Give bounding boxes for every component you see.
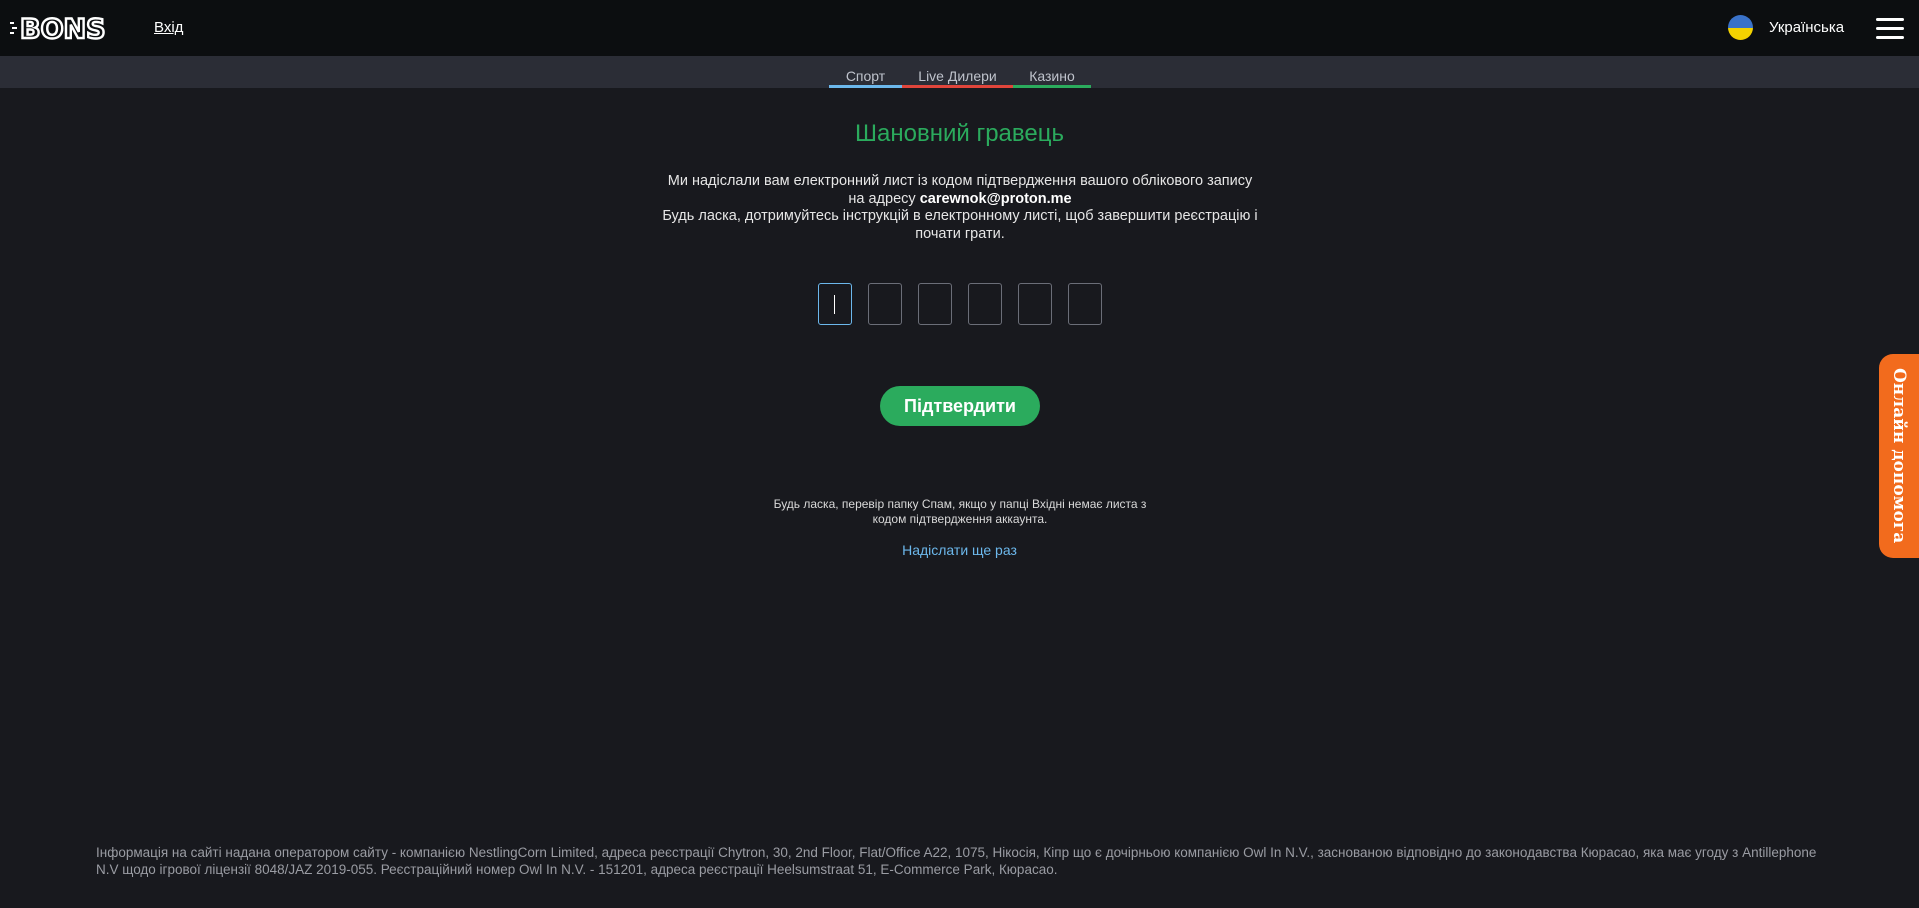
bons-logo[interactable]: BONS bbox=[10, 13, 125, 46]
tab-casino[interactable]: Казино bbox=[1013, 56, 1091, 88]
code-digit-6[interactable] bbox=[1068, 283, 1102, 325]
ukraine-flag-icon bbox=[1728, 15, 1753, 40]
language-label: Українська bbox=[1769, 19, 1845, 36]
code-digit-4[interactable] bbox=[968, 283, 1002, 325]
code-digit-5[interactable] bbox=[1018, 283, 1052, 325]
resend-code-link-text[interactable]: Надіслати ще раз bbox=[902, 542, 1017, 558]
verification-code-inputs bbox=[818, 283, 1118, 325]
tab-live-dealers[interactable]: Live Дилери bbox=[902, 56, 1013, 88]
logo-text: BONS bbox=[20, 14, 106, 43]
code-digit-3[interactable] bbox=[918, 283, 952, 325]
product-tabs: Спорт Live Дилери Казино bbox=[829, 56, 1091, 88]
tab-sport[interactable]: Спорт bbox=[829, 56, 902, 88]
page-title: Шановний гравець bbox=[855, 120, 1064, 147]
login-link[interactable]: Вхід bbox=[154, 19, 183, 36]
confirm-button[interactable]: Підтвердити bbox=[880, 386, 1040, 426]
resend-code-link: Надіслати ще раз bbox=[0, 542, 1919, 558]
message-line-2: Будь ласка, дотримуйтесь інструкцій в ел… bbox=[662, 208, 1258, 242]
product-nav: Спорт Live Дилери Казино bbox=[0, 56, 1919, 88]
hamburger-menu-icon[interactable] bbox=[1876, 18, 1904, 40]
legal-footer-text: Інформація на сайті надана оператором са… bbox=[96, 845, 1817, 877]
verification-message: Ми надіслали вам електронний лист із код… bbox=[660, 173, 1260, 243]
text-caret bbox=[834, 295, 835, 314]
spam-folder-note: Будь ласка, перевір папку Спам, якщо у п… bbox=[773, 497, 1147, 526]
online-support-tab[interactable]: Онлайн допомога bbox=[1879, 354, 1919, 558]
online-support-label: Онлайн допомога bbox=[1889, 368, 1909, 544]
top-header: BONS Вхід Українська bbox=[0, 0, 1919, 56]
bons-logo-graphic: BONS bbox=[10, 13, 107, 46]
email-address: carewnok@proton.me bbox=[919, 190, 1072, 207]
code-digit-1[interactable] bbox=[818, 283, 852, 325]
language-selector[interactable]: Українська bbox=[1728, 15, 1844, 40]
code-digit-2[interactable] bbox=[868, 283, 902, 325]
